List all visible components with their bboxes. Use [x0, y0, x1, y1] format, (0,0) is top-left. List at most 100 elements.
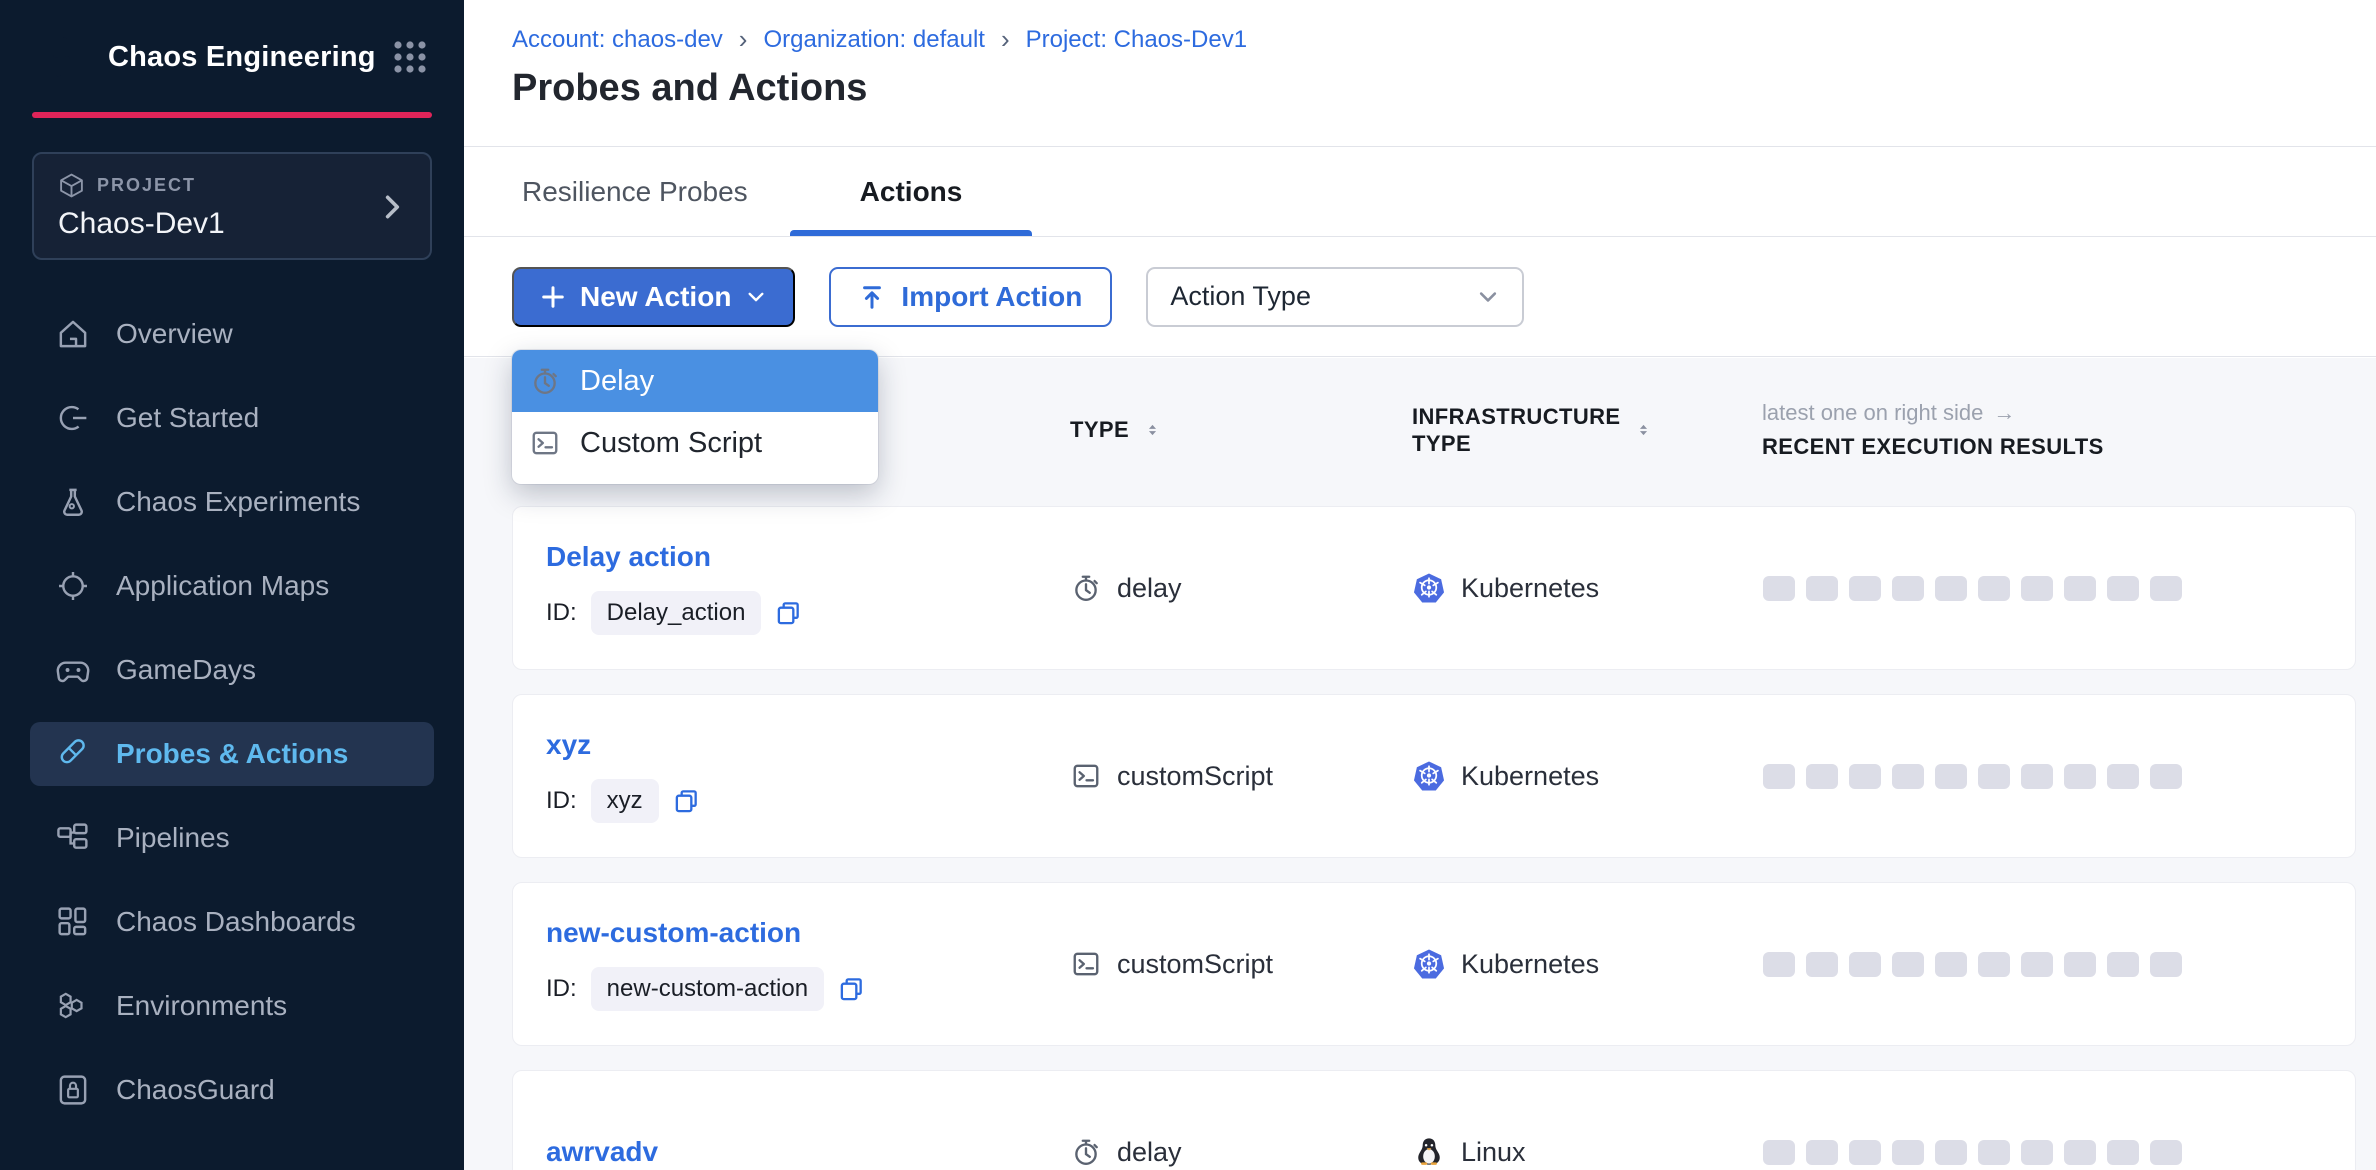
sidebar-item-overview[interactable]: Overview	[30, 302, 434, 366]
sidebar: Chaos Engineering PROJECT Chaos-Dev1 Ove	[0, 0, 464, 1170]
execution-result-placeholder	[1978, 576, 2010, 601]
new-action-label: New Action	[580, 281, 731, 313]
menu-item-custom-script[interactable]: Custom Script	[512, 412, 878, 474]
sidebar-item-pipelines[interactable]: Pipelines	[30, 806, 434, 870]
kubernetes-icon	[1413, 760, 1445, 792]
breadcrumb-project[interactable]: Project: Chaos-Dev1	[1026, 26, 1247, 54]
terminal-icon	[1071, 949, 1101, 979]
home-icon	[56, 317, 90, 351]
get-started-icon	[56, 401, 90, 435]
action-name-link[interactable]: new-custom-action	[546, 917, 1071, 949]
copy-icon[interactable]	[673, 788, 700, 815]
type-value: customScript	[1117, 761, 1273, 792]
execution-result-placeholder	[1763, 764, 1795, 789]
id-chip: Delay_action	[591, 591, 762, 635]
infrastructure-value: Linux	[1461, 1137, 1526, 1168]
sidebar-item-environments[interactable]: Environments	[30, 974, 434, 1038]
execution-result-placeholder	[2021, 1140, 2053, 1165]
execution-result-placeholder	[1763, 576, 1795, 601]
sidebar-item-chaos-dashboards[interactable]: Chaos Dashboards	[30, 890, 434, 954]
project-name: Chaos-Dev1	[58, 207, 406, 241]
new-action-button[interactable]: New Action	[512, 267, 795, 327]
execution-result-placeholder	[2021, 764, 2053, 789]
id-label: ID:	[546, 975, 577, 1003]
chevron-down-icon	[1476, 285, 1500, 309]
action-name-link[interactable]: Delay action	[546, 541, 1071, 573]
id-chip: new-custom-action	[591, 967, 824, 1011]
action-type-select[interactable]: Action Type	[1146, 267, 1524, 327]
sidebar-item-label: GameDays	[116, 654, 256, 686]
breadcrumb: Account: chaos-dev › Organization: defau…	[512, 24, 2376, 55]
type-value: delay	[1117, 1137, 1182, 1168]
project-selector[interactable]: PROJECT Chaos-Dev1	[32, 152, 432, 260]
type-cell: customScript	[1071, 949, 1413, 980]
recent-execution-results	[1763, 1140, 2355, 1165]
execution-result-placeholder	[1935, 952, 1967, 977]
sidebar-item-application-maps[interactable]: Application Maps	[30, 554, 434, 618]
sidebar-item-label: Get Started	[116, 402, 259, 434]
results-note: latest one on right side →	[1762, 400, 2356, 426]
sort-icon[interactable]	[1636, 417, 1651, 443]
execution-result-placeholder	[2021, 576, 2053, 601]
breadcrumb-account[interactable]: Account: chaos-dev	[512, 26, 723, 54]
tab-actions[interactable]: Actions	[790, 147, 1033, 236]
breadcrumb-organization[interactable]: Organization: default	[763, 26, 984, 54]
recent-execution-results	[1763, 764, 2355, 789]
sidebar-header: Chaos Engineering	[0, 0, 464, 106]
page-header: Account: chaos-dev › Organization: defau…	[464, 0, 2376, 147]
sidebar-item-label: Application Maps	[116, 570, 329, 602]
execution-result-placeholder	[2064, 1140, 2096, 1165]
tab-bar: Resilience Probes Actions	[464, 147, 2376, 237]
menu-item-label: Delay	[580, 365, 654, 398]
copy-icon[interactable]	[838, 976, 865, 1003]
gamepad-icon	[56, 653, 90, 687]
column-header-type: TYPE	[1070, 417, 1412, 443]
execution-result-placeholder	[2150, 764, 2182, 789]
sidebar-item-get-started[interactable]: Get Started	[30, 386, 434, 450]
sort-icon[interactable]	[1145, 417, 1160, 443]
column-header-results: latest one on right side → RECENT EXECUT…	[1762, 400, 2356, 460]
execution-result-placeholder	[1892, 1140, 1924, 1165]
execution-result-placeholder	[2107, 576, 2139, 601]
execution-result-placeholder	[2064, 576, 2096, 601]
sidebar-item-label: Chaos Dashboards	[116, 906, 356, 938]
toolbar: New Action Import Action Action Type	[464, 237, 2376, 357]
execution-result-placeholder	[1978, 952, 2010, 977]
test-tube-icon	[56, 737, 90, 771]
infrastructure-cell: Kubernetes	[1413, 760, 1763, 792]
action-id-row: ID: xyz	[546, 779, 1071, 823]
sidebar-item-chaos-experiments[interactable]: Chaos Experiments	[30, 470, 434, 534]
copy-icon[interactable]	[775, 600, 802, 627]
sidebar-item-probes-actions[interactable]: Probes & Actions	[30, 722, 434, 786]
execution-result-placeholder	[1892, 576, 1924, 601]
infrastructure-value: Kubernetes	[1461, 949, 1599, 980]
target-icon	[56, 569, 90, 603]
menu-item-delay[interactable]: Delay	[512, 350, 878, 412]
tab-resilience-probes[interactable]: Resilience Probes	[480, 147, 790, 236]
type-cell: delay	[1071, 573, 1413, 604]
infrastructure-value: Kubernetes	[1461, 573, 1599, 604]
stopwatch-icon	[1071, 573, 1101, 603]
execution-result-placeholder	[1849, 952, 1881, 977]
execution-result-placeholder	[1763, 1140, 1795, 1165]
table-row: Delay action ID: Delay_action delay K	[512, 506, 2356, 670]
cube-icon	[58, 172, 85, 199]
action-name-link[interactable]: xyz	[546, 729, 1071, 761]
sidebar-item-label: Probes & Actions	[116, 738, 348, 770]
sidebar-item-gamedays[interactable]: GameDays	[30, 638, 434, 702]
sidebar-item-chaosguard[interactable]: ChaosGuard	[30, 1058, 434, 1122]
terminal-icon	[530, 428, 560, 458]
kubernetes-icon	[1413, 948, 1445, 980]
execution-result-placeholder	[1806, 764, 1838, 789]
execution-result-placeholder	[1892, 764, 1924, 789]
action-id-row: ID: Delay_action	[546, 591, 1071, 635]
breadcrumb-separator: ›	[739, 24, 748, 55]
execution-result-placeholder	[2064, 764, 2096, 789]
execution-result-placeholder	[2021, 952, 2053, 977]
import-action-button[interactable]: Import Action	[829, 267, 1112, 327]
id-chip: xyz	[591, 779, 659, 823]
execution-result-placeholder	[1806, 1140, 1838, 1165]
app-switcher-grid-icon[interactable]	[390, 37, 430, 77]
action-name-link[interactable]: awrvadv	[546, 1136, 1071, 1168]
execution-result-placeholder	[1935, 764, 1967, 789]
